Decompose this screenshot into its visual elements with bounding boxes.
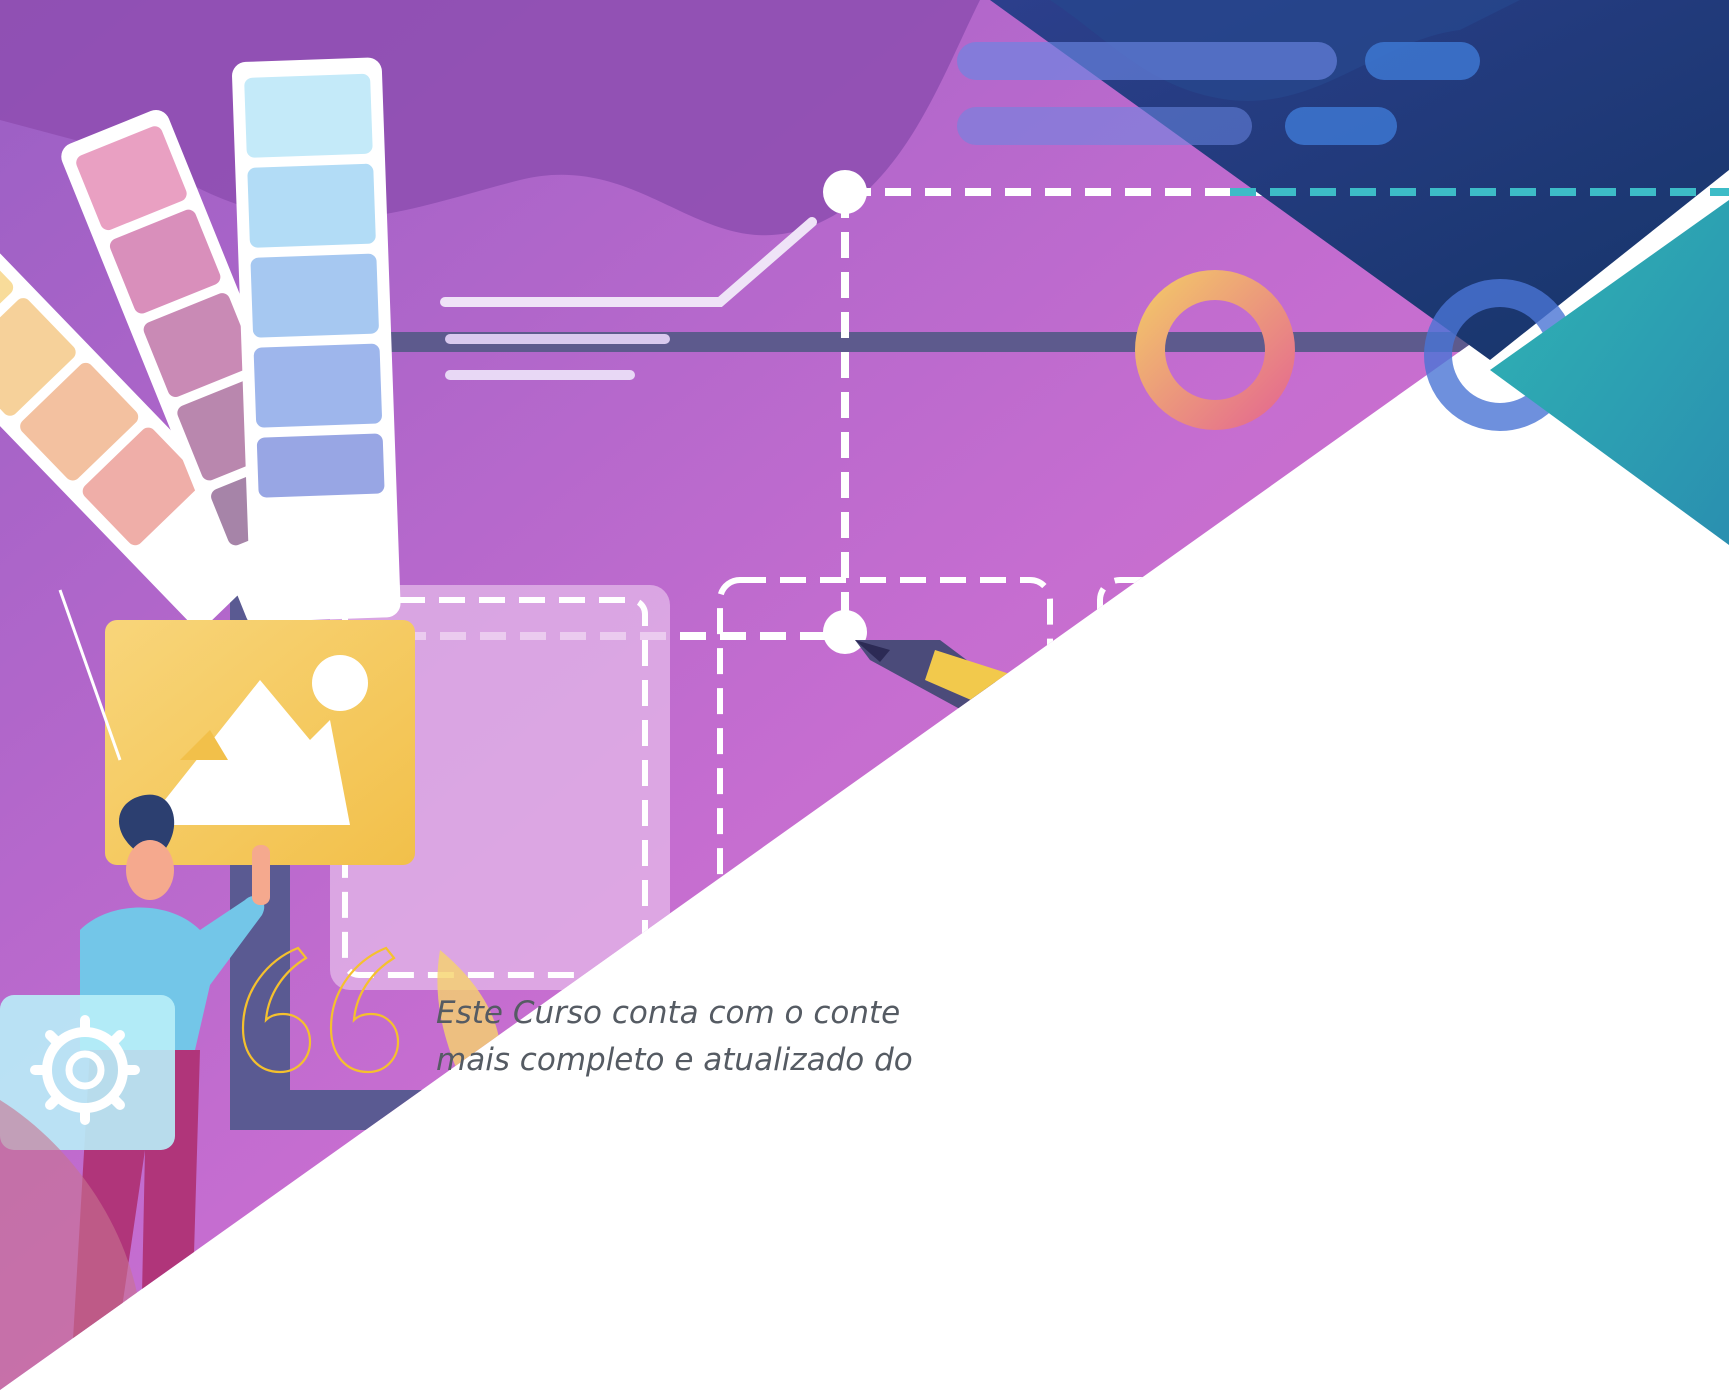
illustration-background: [0, 0, 1729, 1390]
quote-text: Este Curso conta com o conte mais comple…: [436, 990, 1729, 1084]
banner: Este Curso conta com o conte mais comple…: [0, 0, 1729, 1390]
quote-line-1: Este Curso conta com o conte: [436, 995, 901, 1031]
quote-mark-icon: [241, 946, 400, 1074]
quote-line-2: mais completo e atualizado do: [436, 1042, 913, 1078]
